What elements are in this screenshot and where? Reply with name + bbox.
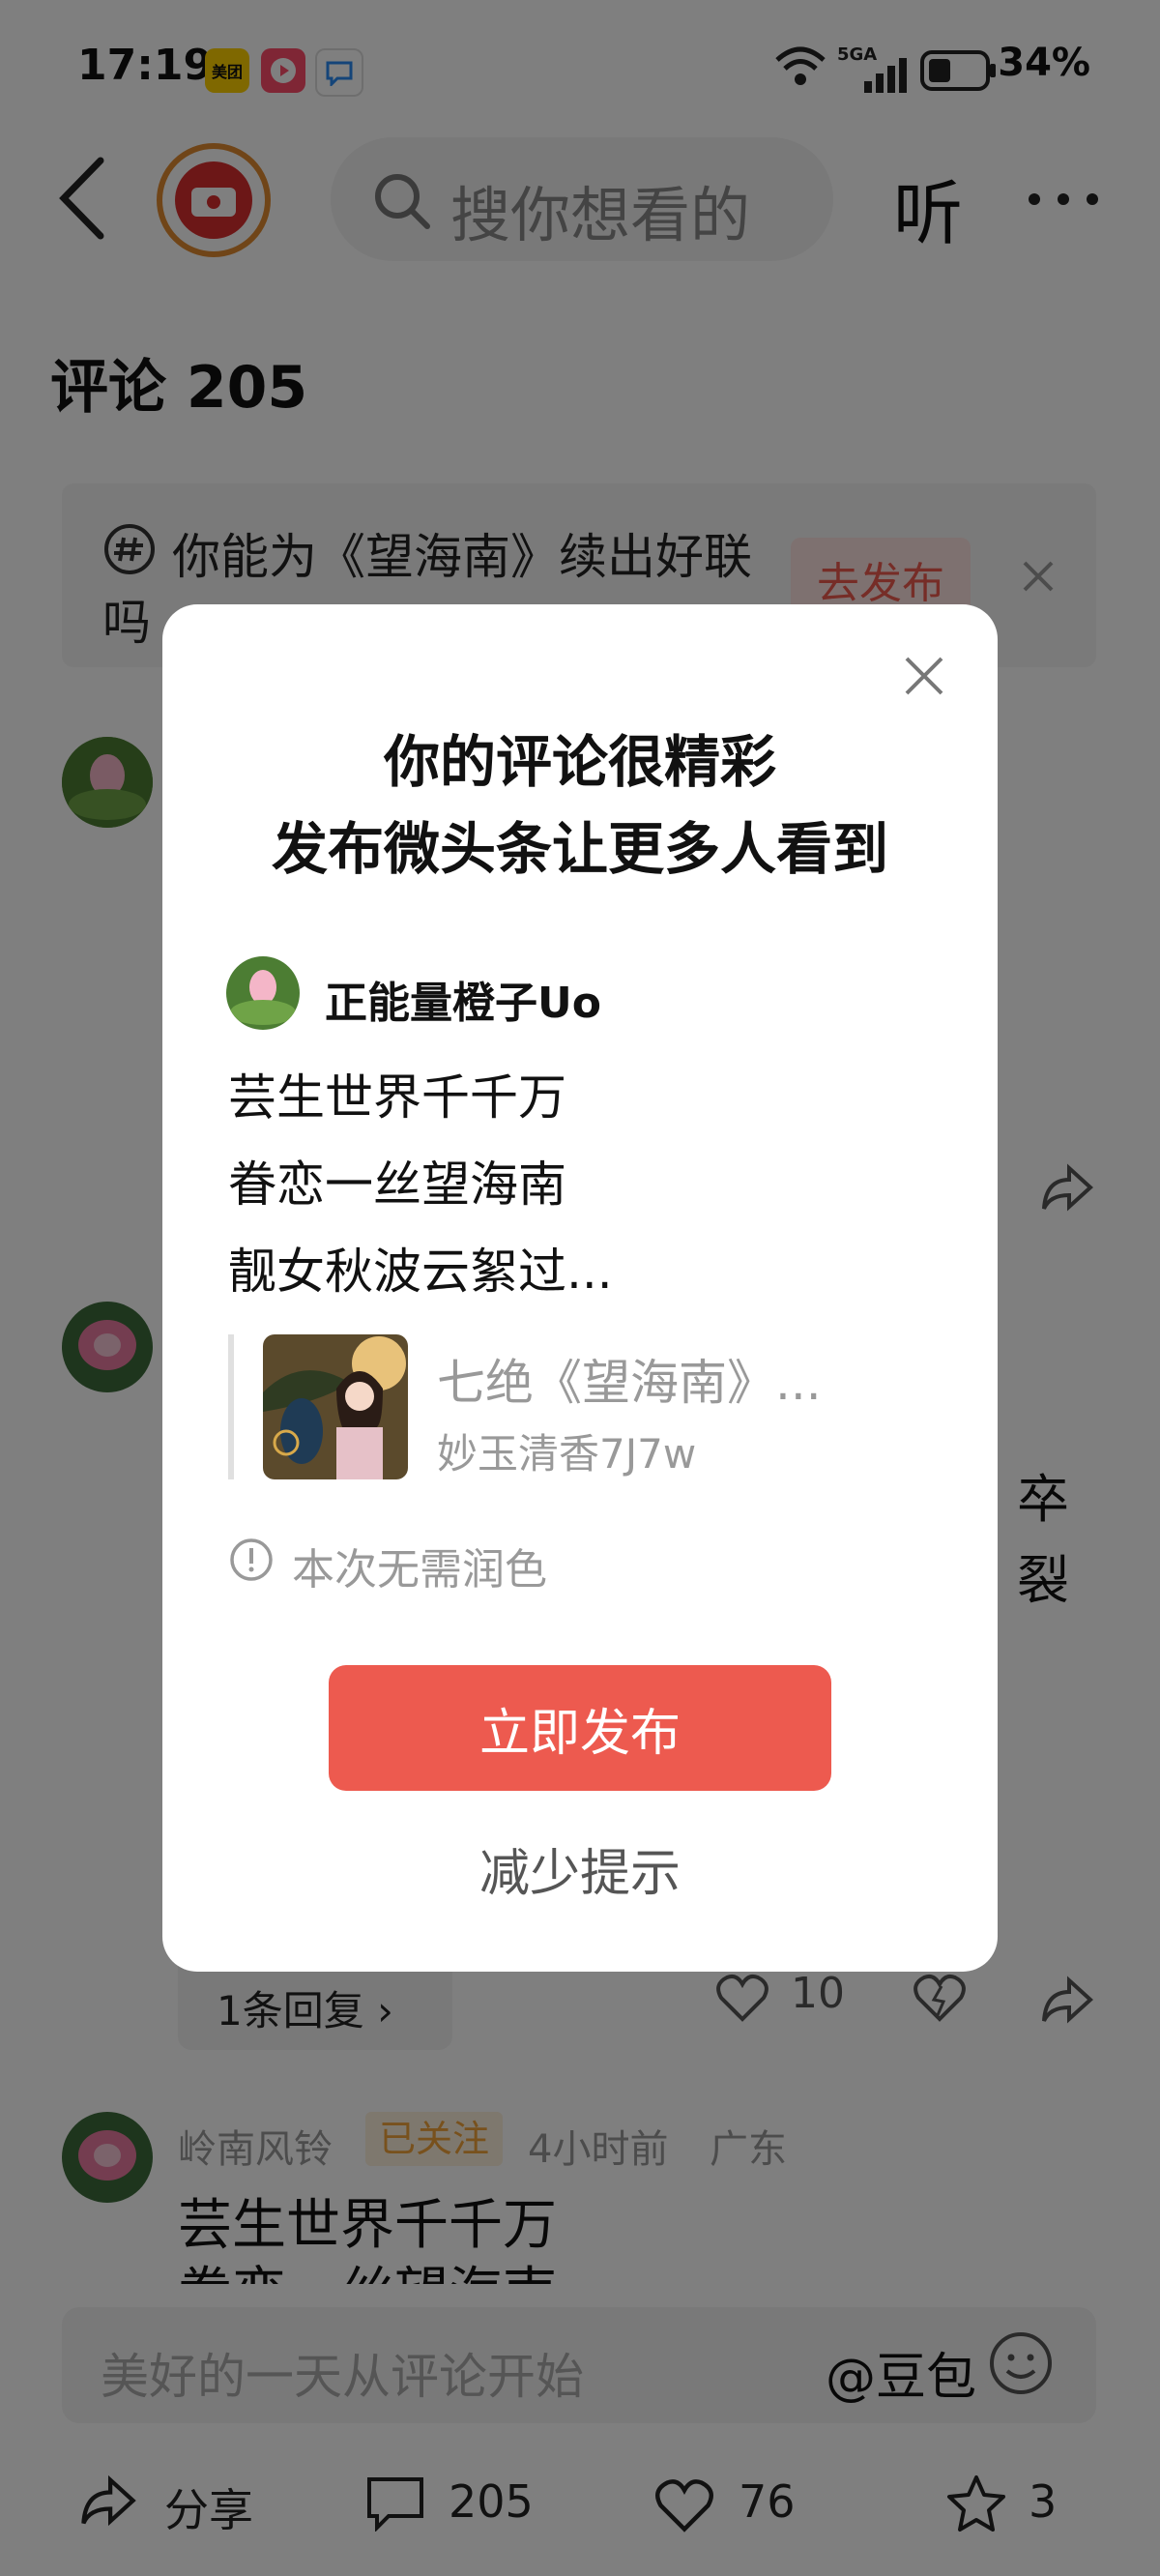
article-author: 妙玉清香7J7w: [437, 1430, 697, 1478]
post-line-3: 靓女秋波云絮过...: [228, 1244, 613, 1300]
post-line-1: 芸生世界千千万: [228, 1069, 566, 1126]
publish-dialog: 你的评论很精彩 发布微头条让更多人看到 正能量橙子Uo 芸生世界千千万 眷恋一丝…: [162, 604, 998, 1972]
author-name: 正能量橙子Uo: [325, 979, 601, 1028]
close-icon[interactable]: [901, 653, 947, 703]
article-title: 七绝《望海南》...: [437, 1355, 822, 1411]
info-icon: [228, 1537, 275, 1587]
post-line-2: 眷恋一丝望海南: [228, 1156, 566, 1213]
reduce-prompts-button[interactable]: 减少提示: [162, 1832, 998, 1905]
dialog-title-line1: 你的评论很精彩: [383, 729, 776, 795]
dialog-title-line2: 发布微头条让更多人看到: [271, 816, 888, 882]
article-thumbnail: [263, 1334, 408, 1479]
quoted-article[interactable]: 七绝《望海南》... 妙玉清香7J7w: [228, 1334, 930, 1479]
no-polish-hint: 本次无需润色: [292, 1545, 547, 1595]
publish-now-button[interactable]: 立即发布: [329, 1665, 831, 1791]
author-avatar: [226, 956, 300, 1030]
